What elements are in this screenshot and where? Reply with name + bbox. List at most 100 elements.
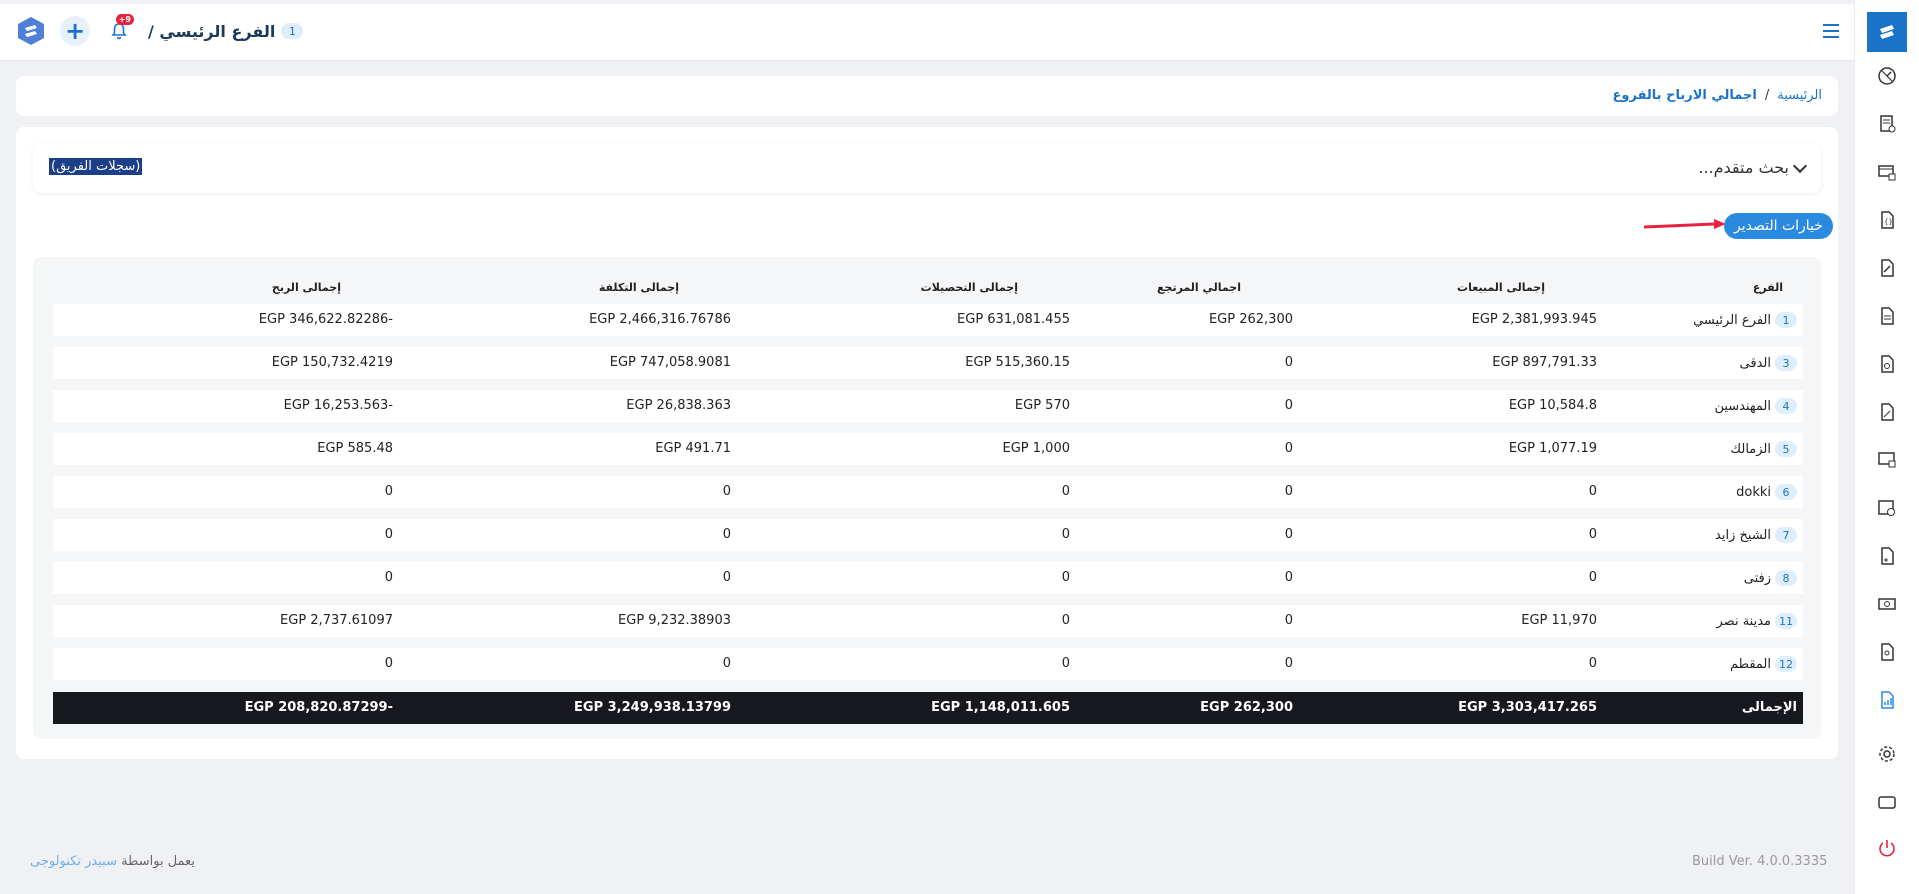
total-cost: EGP 3,249,938.13799 [574, 700, 731, 715]
sales-cell: 0 [1588, 527, 1597, 542]
cash-register-icon[interactable] [1877, 162, 1897, 182]
branch-name: المهندسين [1714, 398, 1771, 414]
image-settings-icon[interactable] [1877, 498, 1897, 518]
sales-cell: 0 [1588, 570, 1597, 585]
powered-by: يعمل بواسطة سبيدر تكنولوجى [30, 854, 195, 869]
speedometer-icon[interactable] [1877, 66, 1897, 86]
export-options-button[interactable]: خيارات التصدير [1724, 213, 1833, 239]
table-row[interactable]: 7 الشيخ زايد 0 0 0 0 0 [53, 519, 1803, 551]
app-logo-icon[interactable] [16, 16, 46, 46]
breadcrumb: الرئيسية / اجمالي الارباح بالفروع [1613, 88, 1822, 103]
money-icon[interactable] [1877, 594, 1897, 614]
branch-cell: 11 مدينة نصر [1716, 613, 1797, 629]
breadcrumb-home-link[interactable]: الرئيسية [1777, 88, 1822, 103]
profit-cell: EGP 346,622.82286- [258, 312, 393, 327]
header-returns: اجمالي المرتجع [1157, 281, 1241, 294]
header-collections: إجمالى التحصيلات [920, 281, 1018, 294]
table-row[interactable]: 11 مدينة نصر EGP 11,970 0 0 EGP 9,232.389… [53, 605, 1803, 637]
document-bracket-icon[interactable]: {} [1877, 210, 1897, 230]
header-sales: إجمالى المبيعات [1457, 281, 1545, 294]
branch-cell: 12 المقطم [1730, 656, 1797, 672]
sales-cell: EGP 897,791.33 [1492, 355, 1597, 370]
profit-cell: 0 [384, 527, 393, 542]
sales-cell: 0 [1588, 484, 1597, 499]
branch-cell: 4 المهندسين [1714, 398, 1797, 414]
returns-cell: 0 [1284, 441, 1293, 456]
returns-cell: 0 [1284, 484, 1293, 499]
row-number-badge: 6 [1775, 484, 1797, 500]
row-number-badge: 7 [1775, 527, 1797, 543]
power-icon[interactable] [1877, 838, 1897, 858]
table-row[interactable]: 3 الدقى EGP 897,791.33 0 EGP 515,360.15 E… [53, 347, 1803, 379]
document-user-icon[interactable] [1877, 642, 1897, 662]
branch-name: dokki [1736, 484, 1771, 500]
notifications-button[interactable]: +9 [104, 14, 134, 46]
document-plus-icon[interactable] [1877, 546, 1897, 566]
document-lines-icon[interactable] [1877, 306, 1897, 326]
monitor-icon[interactable] [1877, 450, 1897, 470]
branch-name: زفتى [1743, 570, 1771, 586]
cost-cell: EGP 9,232.38903 [618, 613, 731, 628]
row-number-badge: 1 [1775, 312, 1797, 328]
profits-table: الفرع إجمالى المبيعات اجمالي المرتجع إجم… [33, 257, 1821, 739]
cost-cell: 0 [722, 484, 731, 499]
table-row[interactable]: 8 زفتى 0 0 0 0 0 [53, 562, 1803, 594]
document-tag-icon[interactable] [1877, 354, 1897, 374]
build-version: Build Ver. 4.0.0.3335 [1692, 854, 1828, 869]
row-number-badge: 11 [1775, 613, 1797, 629]
collections-cell: EGP 631,081.455 [957, 312, 1070, 327]
advanced-search-toggle[interactable]: بحث متقدم... [1698, 158, 1808, 177]
table-row[interactable]: 12 المقطم 0 0 0 0 0 [53, 648, 1803, 680]
cost-cell: EGP 747,058.9081 [609, 355, 731, 370]
total-profit: EGP 208,820.87299- [244, 700, 393, 715]
cost-cell: EGP 2,466,316.76786 [589, 312, 731, 327]
breadcrumb-current: اجمالي الارباح بالفروع [1612, 88, 1757, 103]
rectangle-icon[interactable] [1877, 792, 1897, 812]
table-row[interactable]: 4 المهندسين EGP 10,584.8 0 EGP 570 EGP 26… [53, 390, 1803, 422]
profit-cell: EGP 150,732.4219 [271, 355, 393, 370]
collections-cell: EGP 570 [1014, 398, 1070, 413]
hamburger-menu-icon[interactable] [1823, 24, 1839, 42]
top-bar: + +9 1 الفرع الرئيسي / [0, 4, 1855, 61]
profit-cell: 0 [384, 570, 393, 585]
total-returns: EGP 262,300 [1200, 700, 1293, 715]
row-number-badge: 5 [1775, 441, 1797, 457]
gear-icon[interactable] [1877, 744, 1897, 764]
collections-cell: 0 [1061, 656, 1070, 671]
returns-cell: 0 [1284, 570, 1293, 585]
top-bar-left: + +9 1 الفرع الرئيسي / [16, 14, 304, 46]
returns-cell: EGP 262,300 [1208, 312, 1293, 327]
returns-cell: 0 [1284, 656, 1293, 671]
branch-name: الفرع الرئيسي [1693, 312, 1771, 328]
collections-cell: 0 [1061, 570, 1070, 585]
branch-name: مدينة نصر [1716, 613, 1772, 629]
cost-cell: 0 [722, 656, 731, 671]
breadcrumb-card: الرئيسية / اجمالي الارباح بالفروع [16, 76, 1838, 116]
returns-cell: 0 [1284, 355, 1293, 370]
team-logs-link[interactable]: (سجلات الفريق) [49, 158, 143, 175]
current-branch[interactable]: 1 الفرع الرئيسي / [148, 21, 304, 41]
branch-cell: 7 الشيخ زايد [1715, 527, 1797, 543]
table-row[interactable]: 5 الزمالك EGP 1,077.19 0 EGP 1,000 EGP 49… [53, 433, 1803, 465]
collections-cell: EGP 515,360.15 [965, 355, 1070, 370]
document-edit-icon[interactable] [1877, 258, 1897, 278]
sidebar-logo-icon[interactable] [1867, 12, 1907, 52]
powered-by-link[interactable]: سبيدر تكنولوجى [30, 854, 117, 869]
branch-cell: 5 الزمالك [1730, 441, 1797, 457]
table-row[interactable]: 6 dokki 0 0 0 0 0 [53, 476, 1803, 508]
total-label: الإجمالى [1741, 700, 1797, 715]
row-number-badge: 3 [1775, 355, 1797, 371]
breadcrumb-separator: / [1764, 88, 1770, 103]
advanced-search-panel[interactable]: بحث متقدم... (سجلات الفريق) [33, 143, 1821, 193]
profit-cell: 0 [384, 656, 393, 671]
invoice-icon[interactable] [1877, 114, 1897, 134]
header-branch: الفرع [1752, 281, 1783, 294]
chart-report-icon[interactable] [1877, 690, 1897, 710]
branch-cell: 1 الفرع الرئيسي [1693, 312, 1797, 328]
add-button[interactable]: + [60, 16, 90, 46]
cost-cell: 0 [722, 527, 731, 542]
branch-name: الزمالك [1730, 441, 1771, 457]
table-row[interactable]: 1 الفرع الرئيسي EGP 2,381,993.945 EGP 262… [53, 304, 1803, 336]
branch-title-text: الفرع الرئيسي / [148, 21, 276, 41]
document-discount-icon[interactable] [1877, 402, 1897, 422]
